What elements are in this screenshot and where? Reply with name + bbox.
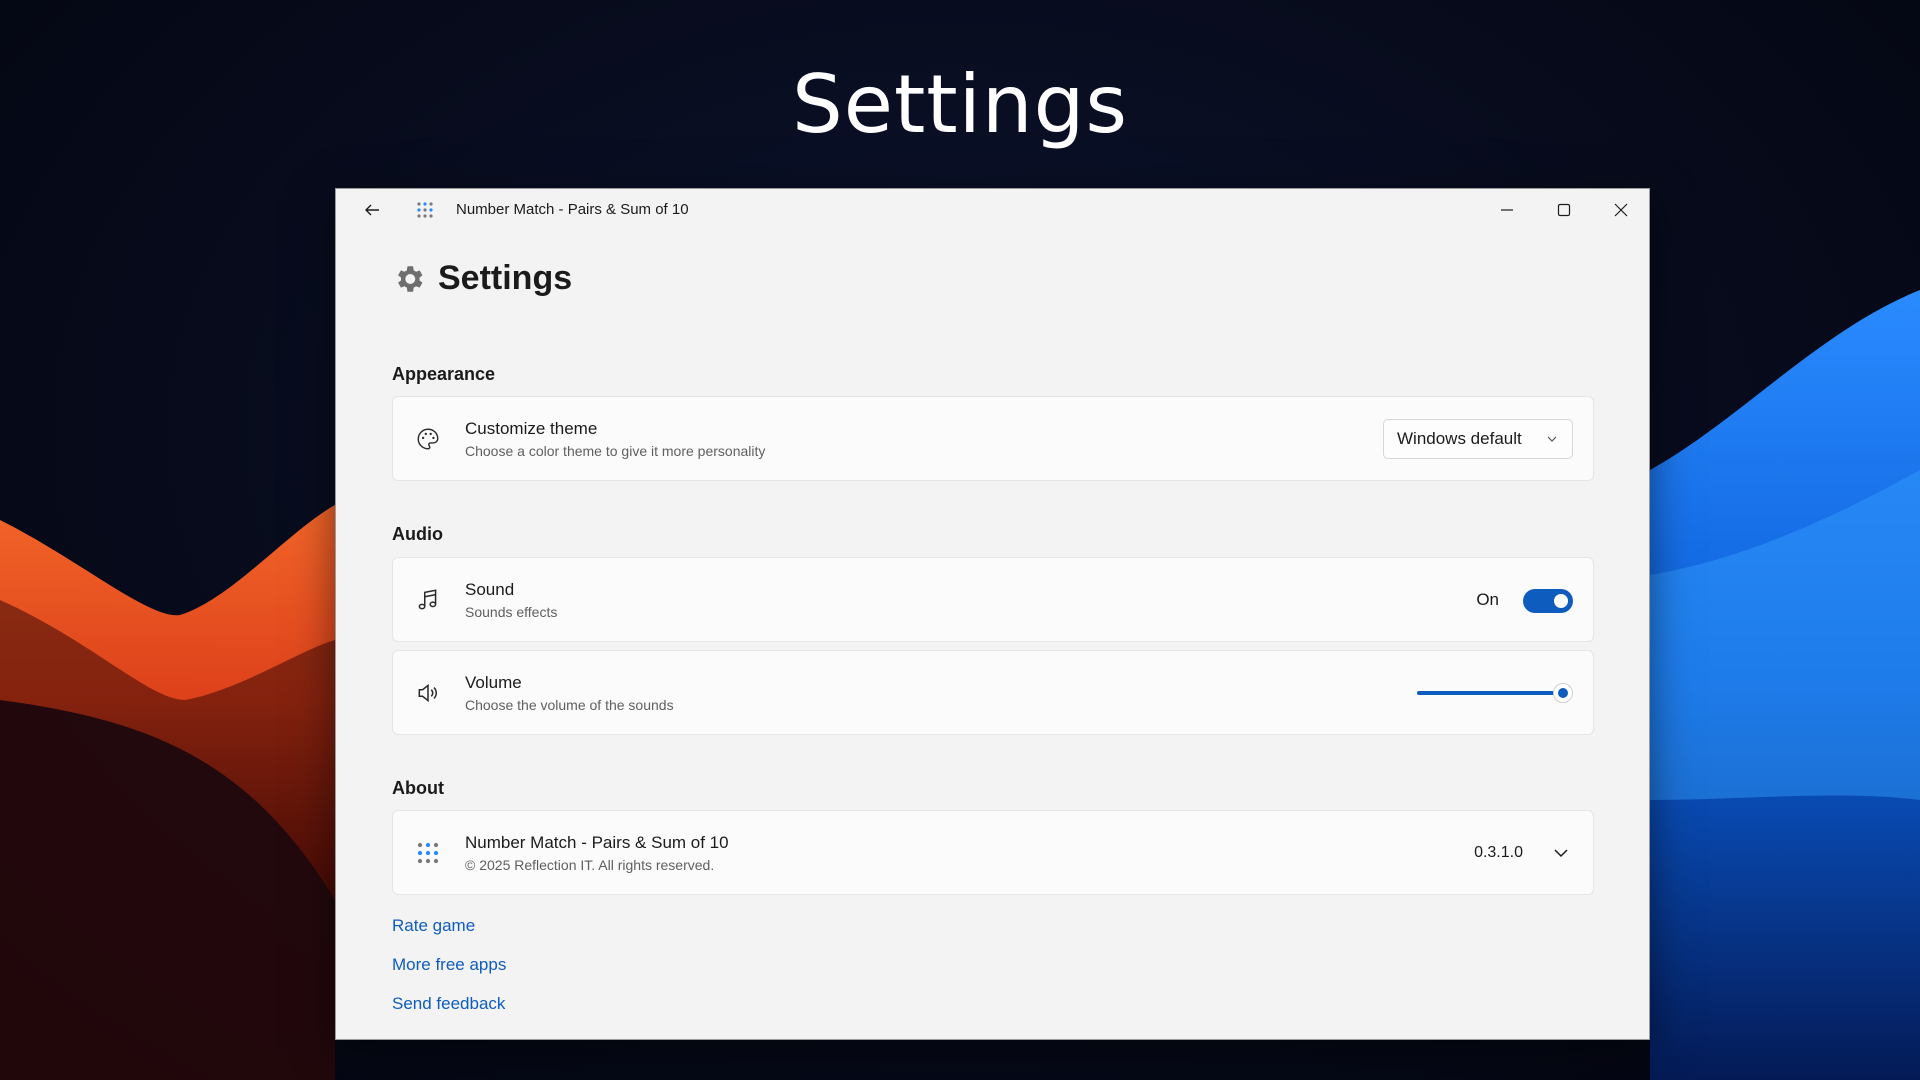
expand-button[interactable] [1549, 841, 1573, 865]
gear-icon [398, 265, 423, 292]
back-arrow-icon [365, 204, 379, 216]
speaker-icon [413, 678, 443, 708]
volume-slider-track [1417, 691, 1563, 695]
page-header: Settings [392, 259, 572, 298]
hero-title: Settings [791, 58, 1129, 151]
sound-subtitle: Sounds effects [465, 604, 558, 620]
app-logo-icon [417, 202, 433, 218]
section-about: About [392, 778, 444, 798]
close-icon [1614, 203, 1628, 217]
theme-title: Customize theme [465, 419, 598, 438]
about-app-title: Number Match - Pairs & Sum of 10 [465, 833, 729, 852]
sound-toggle-label: On [1476, 590, 1499, 609]
chevron-down-icon [1554, 849, 1568, 858]
palette-icon [413, 424, 443, 454]
more-free-apps-link[interactable]: More free apps [392, 955, 506, 975]
minimize-button[interactable] [1479, 189, 1535, 231]
page-title: Settings [438, 259, 573, 297]
toggle-knob [1554, 594, 1568, 608]
volume-subtitle: Choose the volume of the sounds [465, 697, 674, 713]
rate-game-link[interactable]: Rate game [392, 916, 475, 936]
close-button[interactable] [1593, 189, 1649, 231]
section-appearance: Appearance [392, 364, 496, 384]
back-button[interactable] [344, 189, 400, 231]
volume-slider[interactable] [1417, 683, 1573, 703]
window-title: Number Match - Pairs & Sum of 10 [456, 201, 689, 218]
card-customize-theme: Customize theme Choose a color theme to … [392, 396, 1594, 481]
maximize-icon [1557, 203, 1571, 217]
card-volume: Volume Choose the volume of the sounds [392, 650, 1594, 735]
minimize-icon [1501, 209, 1513, 211]
sound-title: Sound [465, 580, 515, 599]
card-about-app[interactable]: Number Match - Pairs & Sum of 10 © 2025 … [392, 810, 1594, 895]
music-note-icon [413, 585, 443, 615]
chevron-down-icon [1547, 436, 1557, 442]
title-bar: Number Match - Pairs & Sum of 10 [336, 189, 1649, 231]
theme-subtitle: Choose a color theme to give it more per… [465, 443, 766, 459]
about-app-copyright: © 2025 Reflection IT. All rights reserve… [465, 857, 715, 873]
sound-toggle[interactable] [1523, 589, 1573, 613]
volume-slider-thumb[interactable] [1553, 683, 1573, 703]
app-window: Number Match - Pairs & Sum of 10 Setting… [335, 188, 1650, 1040]
theme-dropdown-value: Windows default [1397, 429, 1522, 448]
card-sound: Sound Sounds effects On [392, 557, 1594, 642]
volume-title: Volume [465, 673, 522, 692]
section-audio: Audio [392, 524, 443, 544]
app-logo-icon [413, 838, 443, 868]
theme-dropdown[interactable]: Windows default [1383, 419, 1573, 459]
app-version: 0.3.1.0 [1474, 844, 1523, 861]
send-feedback-link[interactable]: Send feedback [392, 994, 505, 1014]
maximize-button[interactable] [1536, 189, 1592, 231]
